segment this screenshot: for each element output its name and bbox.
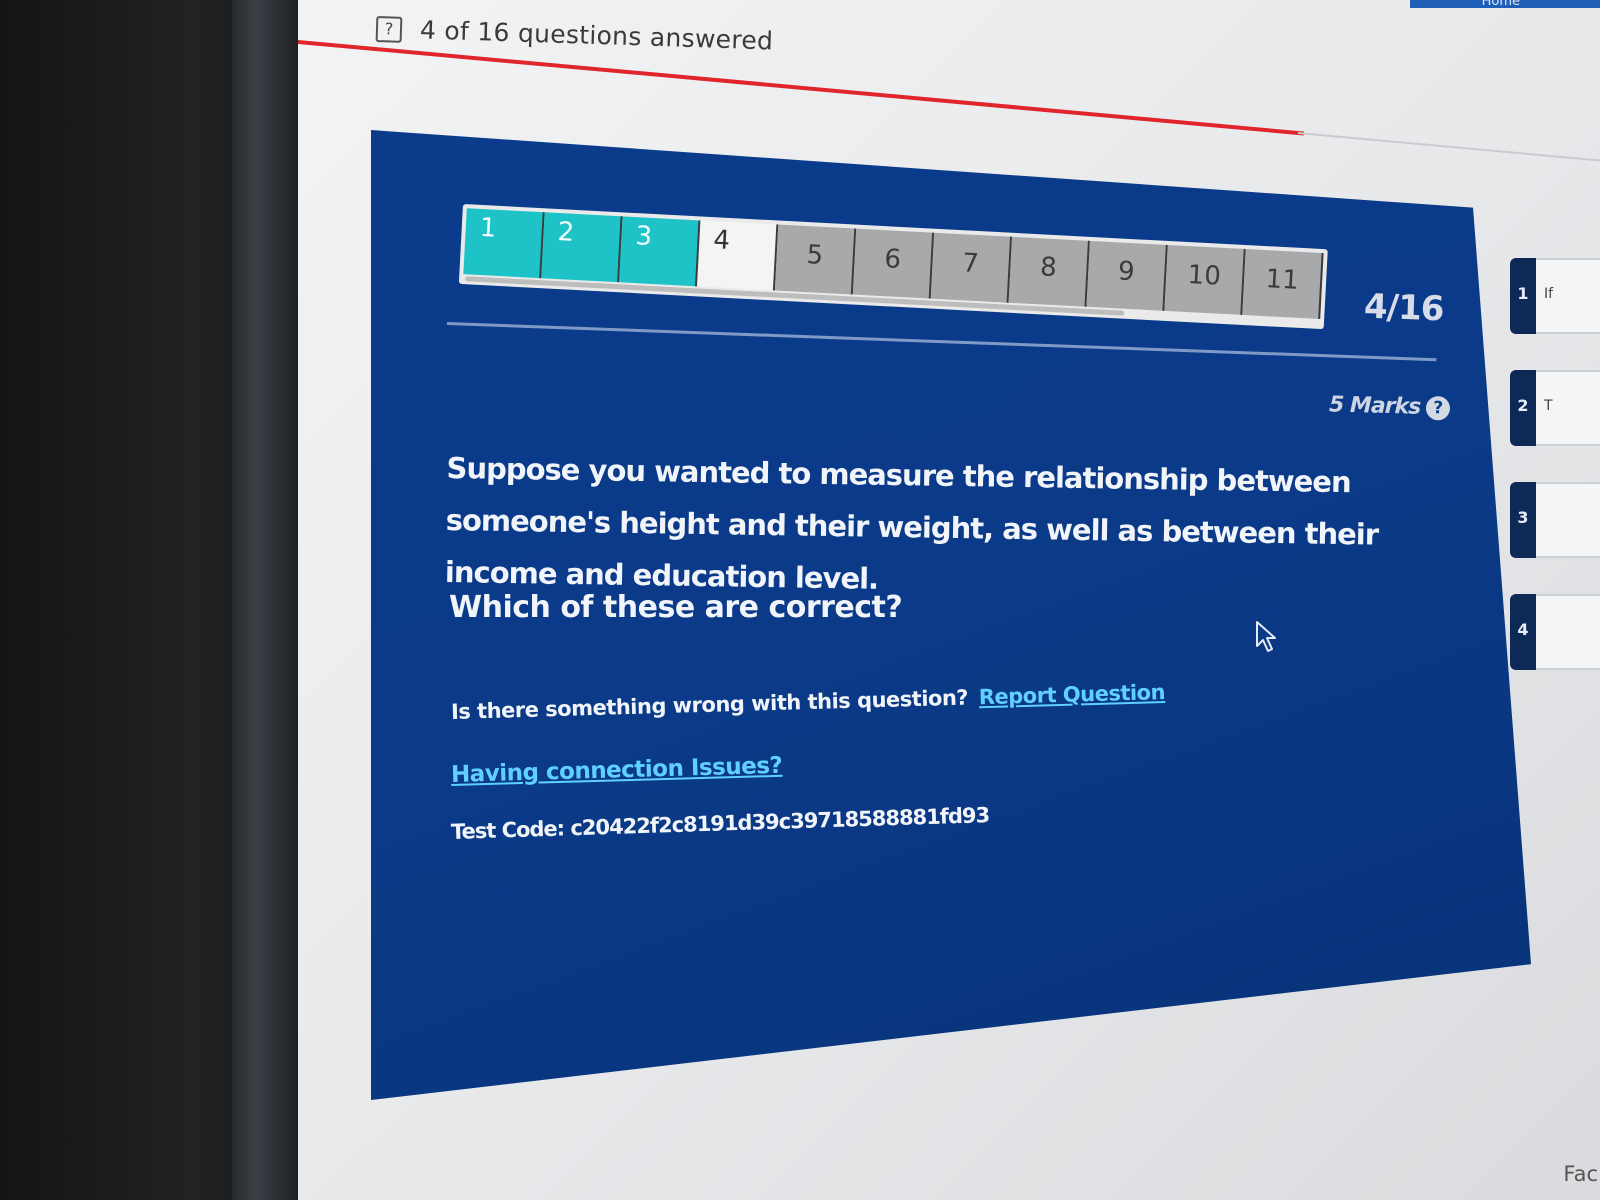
question-prompt: Which of these are correct?	[449, 590, 903, 625]
panel-divider	[446, 322, 1437, 362]
home-link[interactable]: Home	[1482, 0, 1520, 9]
side-question-item[interactable]: 2T	[1510, 370, 1600, 446]
nav-question-7[interactable]: 7	[930, 232, 1013, 303]
test-code-text: Test Code: c20422f2c8191d39c39718588881f…	[450, 803, 990, 844]
mouse-pointer-icon	[1256, 621, 1276, 652]
quiz-screen: Home ? 4 of 16 questions answered 123456…	[298, 0, 1600, 1200]
side-question-item[interactable]: 3	[1510, 482, 1600, 558]
side-question-item[interactable]: 4	[1510, 594, 1600, 670]
footer-partial-label: Fac	[1563, 1162, 1598, 1186]
report-row: Is there something wrong with this quest…	[451, 680, 1166, 724]
report-question-link[interactable]: Report Question	[978, 680, 1165, 709]
help-circle-icon[interactable]: ?	[1425, 395, 1451, 421]
nav-question-6[interactable]: 6	[852, 228, 935, 299]
side-question-preview: T	[1536, 370, 1600, 446]
side-question-number: 4	[1510, 594, 1536, 670]
side-question-number: 3	[1510, 482, 1536, 558]
side-question-preview	[1536, 594, 1600, 670]
side-question-number: 2	[1510, 370, 1536, 446]
side-question-number: 1	[1510, 258, 1536, 334]
nav-question-11[interactable]: 11	[1242, 249, 1324, 320]
nav-question-2[interactable]: 2	[541, 212, 623, 283]
nav-question-5[interactable]: 5	[774, 224, 857, 295]
question-panel: 1 2 3 4 5 6 7 8 9 10 11 4/16 5 Marks ? Suppose you…	[371, 130, 1531, 1100]
side-question-preview: If	[1536, 258, 1600, 334]
nav-question-3[interactable]: 3	[619, 216, 701, 287]
top-nav-bar: Home	[1410, 0, 1600, 9]
progress-bar-fill	[298, 40, 1305, 136]
marks-badge: 5 Marks ?	[1328, 392, 1451, 421]
nav-question-1[interactable]: 1	[463, 208, 545, 279]
question-counter: 4/16	[1363, 286, 1445, 330]
side-question-preview	[1536, 482, 1600, 558]
nav-question-4[interactable]: 4	[697, 220, 779, 291]
marks-label: 5 Marks	[1328, 392, 1421, 420]
question-mark-icon[interactable]: ?	[375, 15, 403, 43]
nav-question-10[interactable]: 10	[1164, 244, 1246, 315]
question-navigator: 1 2 3 4 5 6 7 8 9 10 11	[458, 204, 1328, 330]
connection-issues-link[interactable]: Having connection Issues?	[451, 753, 783, 788]
progress-bar-track	[1297, 132, 1600, 164]
answered-status: ? 4 of 16 questions answered	[375, 14, 774, 56]
monitor-bezel	[232, 0, 298, 1200]
answered-count-text: 4 of 16 questions answered	[419, 15, 774, 56]
nav-question-8[interactable]: 8	[1008, 236, 1090, 307]
nav-question-9[interactable]: 9	[1086, 240, 1168, 311]
side-question-list: 1 If 2 T 3 4	[1510, 258, 1600, 706]
side-question-item[interactable]: 1 If	[1510, 258, 1600, 334]
question-text: Suppose you wanted to measure the relati…	[444, 450, 1379, 596]
photo-frame: Home ? 4 of 16 questions answered 123456…	[0, 0, 1600, 1200]
report-prompt-text: Is there something wrong with this quest…	[450, 685, 969, 724]
